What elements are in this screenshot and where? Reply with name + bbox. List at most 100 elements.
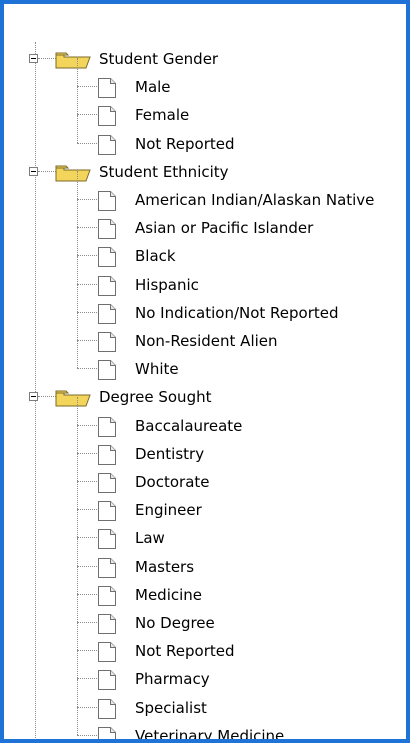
tree-connector: [77, 537, 78, 566]
document-icon: [95, 245, 118, 268]
tree-connector: [77, 114, 78, 143]
tree-connector: [77, 452, 97, 454]
document-icon: [95, 217, 118, 240]
tree-leaf-item[interactable]: Dentistry: [4, 424, 404, 468]
tree-connector: [77, 283, 97, 285]
document-icon: [95, 415, 118, 438]
tree-connector: [77, 593, 97, 595]
collapse-toggle-icon[interactable]: [29, 392, 38, 402]
tree-connector: [77, 706, 78, 735]
document-icon: [95, 640, 118, 663]
tree-connector: [77, 594, 78, 622]
document-icon: [95, 358, 118, 381]
tree-leaf-item[interactable]: Baccalaureate: [4, 396, 404, 440]
document-icon: [95, 499, 118, 522]
filter-tree: Student Gender Male Female Not Reported Stud…: [4, 4, 406, 739]
tree-leaf-item[interactable]: Not Reported: [4, 622, 404, 665]
tree-connector: [77, 678, 78, 707]
tree-connector: [77, 312, 78, 340]
document-icon: [95, 584, 118, 607]
tree-leaf-item[interactable]: White: [4, 340, 404, 383]
tree-connector: [77, 142, 97, 144]
tree-connector: [77, 311, 97, 313]
tree-leaf-item[interactable]: Non-Resident Alien: [4, 312, 404, 355]
tree-leaf-item[interactable]: No Degree: [4, 594, 404, 637]
tree-connector: [77, 199, 78, 228]
tree-connector: [77, 706, 97, 708]
tree-leaf-label: Male: [135, 78, 171, 97]
tree-connector: [77, 424, 78, 453]
tree-leaf-item[interactable]: Medicine: [4, 565, 404, 609]
tree-group-row[interactable]: Student Ethnicity: [4, 158, 404, 186]
tree-leaf-item[interactable]: Veterinary Medicine: [4, 706, 404, 739]
tree-connector: [77, 453, 78, 481]
document-icon: [95, 302, 118, 325]
tree-group-label: Student Ethnicity: [99, 162, 229, 181]
tree-leaf-label: No Degree: [135, 614, 215, 632]
tree-connector: [77, 86, 78, 115]
tree-leaf-item[interactable]: Doctorate: [4, 453, 404, 496]
tree-leaf-label: Female: [135, 106, 190, 125]
tree-leaf-label: Black: [135, 247, 176, 266]
tree-connector: [77, 622, 78, 651]
folder-icon: [55, 50, 91, 70]
document-icon: [95, 471, 118, 494]
document-icon: [95, 725, 118, 739]
tree-connector: [77, 396, 78, 425]
document-icon: [95, 104, 118, 127]
tree-leaf-item[interactable]: Male: [4, 58, 404, 101]
document-icon: [95, 668, 118, 691]
tree-connector: [77, 86, 97, 88]
tree-leaf-item[interactable]: Law: [4, 509, 404, 552]
document-icon: [95, 133, 118, 156]
tree-connector: [77, 537, 97, 539]
tree-connector: [77, 227, 97, 229]
document-icon: [95, 697, 118, 720]
tree-leaf-item[interactable]: Asian or Pacific Islander: [4, 199, 404, 242]
tree-connector: [77, 171, 78, 199]
tree-connector: [77, 255, 78, 284]
tree-connector: [77, 650, 97, 652]
tree-connector: [77, 424, 97, 426]
tree-connector: [77, 114, 97, 116]
tree-leaf-item[interactable]: Not Reported: [4, 114, 404, 158]
document-icon: [95, 612, 118, 635]
tree-leaf-label: Doctorate: [135, 473, 210, 491]
tree-leaf-label: No Indication/Not Reported: [135, 303, 339, 322]
document-icon: [95, 556, 118, 579]
tree-leaf-label: Medicine: [135, 585, 203, 604]
tree-leaf-item[interactable]: No Indication/Not Reported: [4, 283, 404, 327]
tree-leaf-label: White: [135, 360, 179, 379]
tree-leaf-label: Law: [135, 529, 165, 548]
tree-group-row[interactable]: Degree Sought: [4, 383, 404, 411]
tree-connector: [77, 283, 78, 312]
tree-connector: [77, 509, 78, 538]
tree-connector: [77, 255, 97, 257]
tree-connector: [77, 481, 78, 510]
tree-group-row[interactable]: Student Gender: [4, 45, 404, 73]
tree-connector: [77, 58, 78, 87]
tree-leaf-label: Dentistry: [135, 444, 205, 463]
document-icon: [95, 76, 118, 99]
tree-connector: [77, 734, 97, 736]
tree-leaf-item[interactable]: Black: [4, 227, 404, 270]
tree-leaf-item[interactable]: Specialist: [4, 678, 404, 722]
tree-leaf-label: Non-Resident Alien: [135, 332, 278, 350]
tree-leaf-label: Specialist: [135, 698, 207, 717]
tree-leaf-label: Not Reported: [135, 134, 235, 153]
collapse-toggle-icon[interactable]: [29, 166, 38, 176]
tree-leaf-item[interactable]: American Indian/Alaskan Native: [4, 171, 404, 214]
tree-leaf-label: Asian or Pacific Islander: [135, 219, 314, 238]
tree-leaf-item[interactable]: Female: [4, 86, 404, 129]
folder-icon: [55, 163, 91, 183]
tree-leaf-item[interactable]: Hispanic: [4, 255, 404, 299]
tree-leaf-item[interactable]: Engineer: [4, 481, 404, 524]
folder-icon: [55, 388, 91, 408]
tree-leaf-label: Masters: [135, 557, 195, 576]
tree-connector: [77, 678, 97, 680]
tree-connector: [77, 509, 97, 511]
collapse-toggle-icon[interactable]: [29, 54, 38, 63]
tree-leaf-item[interactable]: Masters: [4, 537, 404, 581]
tree-panel: Student Gender Male Female Not Reported Stud…: [0, 0, 410, 743]
tree-leaf-item[interactable]: Pharmacy: [4, 650, 404, 693]
